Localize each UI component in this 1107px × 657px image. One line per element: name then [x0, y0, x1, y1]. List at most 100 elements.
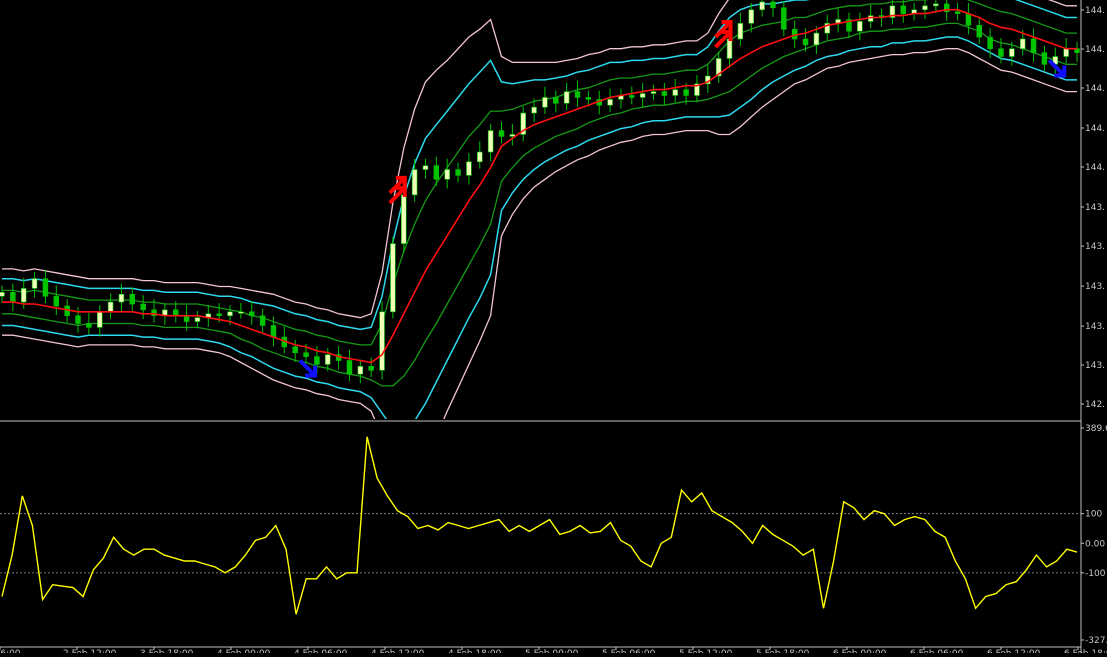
- time-tick-label: 6 Feb 18:00: [1064, 649, 1107, 653]
- candle-body: [509, 134, 516, 137]
- candle-body: [422, 165, 429, 170]
- candle-body: [813, 32, 820, 46]
- candle-body: [216, 313, 222, 317]
- candle-body: [965, 13, 972, 26]
- candle-body: [1019, 38, 1026, 50]
- candle-body: [259, 315, 266, 326]
- price-tick-label: 143.: [1085, 322, 1105, 332]
- price-tick-label: 144.: [1085, 124, 1105, 134]
- candle-body: [531, 106, 537, 114]
- candle-body: [444, 169, 450, 180]
- oscillator-tick-label: 100: [1085, 510, 1102, 520]
- price-tick-label: 144.: [1085, 84, 1105, 94]
- candle-body: [31, 278, 38, 289]
- candle-body: [75, 315, 81, 324]
- candle-body: [292, 346, 298, 354]
- candle-body: [726, 38, 733, 59]
- candle-body: [314, 356, 320, 365]
- time-tick-label: 4 Feb 06:00: [294, 649, 348, 653]
- price-tick-label: 144.: [1085, 45, 1105, 55]
- candle-body: [10, 292, 16, 303]
- candle-body: [129, 293, 136, 305]
- candle-body: [401, 194, 407, 244]
- candle-body: [140, 303, 146, 311]
- candle-body: [173, 309, 179, 317]
- candle-body: [748, 9, 754, 24]
- candle-body: [585, 97, 592, 100]
- candle-body: [781, 7, 787, 30]
- candle-body: [357, 366, 364, 375]
- candle-body: [998, 48, 1004, 57]
- time-tick-label: 3 Feb 18:00: [140, 649, 194, 653]
- candle-body: [194, 317, 201, 322]
- candle-body: [477, 151, 483, 163]
- time-tick-label: 5 Feb 06:00: [602, 649, 656, 653]
- price-tick-label: 144.: [1085, 163, 1105, 173]
- candle-body: [987, 36, 993, 50]
- candle-body: [737, 23, 744, 40]
- time-tick-label: 1 06:00: [0, 649, 21, 653]
- candle-body: [498, 130, 505, 137]
- price-tick-label: 144.: [1085, 6, 1105, 16]
- candle-body: [107, 301, 114, 313]
- price-tick-label: 143.: [1085, 203, 1105, 213]
- candle-body: [639, 93, 646, 98]
- candle-body: [487, 130, 494, 153]
- candle-body: [466, 161, 472, 176]
- time-tick-label: 5 Feb 18:00: [756, 649, 810, 653]
- candle-body: [53, 295, 60, 307]
- candle-body: [607, 99, 613, 106]
- time-tick-label: 5 Feb 00:00: [525, 649, 579, 653]
- time-tick-label: 2 Feb 12:00: [63, 649, 117, 653]
- candle-body: [553, 97, 559, 104]
- candle-body: [379, 311, 385, 371]
- candle-body: [390, 243, 396, 313]
- candle-body: [20, 288, 27, 303]
- candle-body: [346, 360, 353, 375]
- candle-body: [1041, 52, 1048, 65]
- price-tick-label: 143.: [1085, 282, 1105, 292]
- candle-body: [227, 311, 233, 317]
- time-tick-label: 5 Feb 12:00: [679, 649, 733, 653]
- time-tick-label: 4 Feb 18:00: [448, 649, 502, 653]
- candle-body: [542, 97, 548, 108]
- candle-body: [900, 5, 906, 14]
- candle-body: [1009, 48, 1015, 57]
- time-tick-label: 6 Feb 06:00: [910, 649, 964, 653]
- candle-body: [1063, 48, 1069, 57]
- candle-body: [650, 91, 657, 94]
- candle-body: [563, 91, 570, 104]
- candle-body: [303, 352, 309, 357]
- candle-body: [0, 292, 5, 297]
- candle-body: [629, 95, 635, 98]
- candle-body: [922, 5, 928, 11]
- candle-body: [1030, 38, 1037, 53]
- time-tick-label: 6 Feb 00:00: [833, 649, 887, 653]
- candle-body: [96, 311, 103, 328]
- time-tick-label: 4 Feb 12:00: [371, 649, 425, 653]
- candle-body: [574, 91, 581, 98]
- chart-window: 144. 144. 144. 144. 144. 143. 143. 143. 143. 143.…: [0, 0, 1107, 657]
- candle-body: [770, 1, 776, 9]
- candle-body: [857, 21, 863, 32]
- candle-body: [411, 169, 418, 196]
- candle-body: [249, 311, 255, 317]
- oscillator-tick-label: -100: [1085, 569, 1106, 579]
- candle-body: [954, 11, 961, 14]
- candle-body: [683, 89, 689, 96]
- candle-body: [368, 366, 374, 371]
- candle-body: [183, 315, 190, 322]
- price-tick-label: 143.: [1085, 361, 1105, 371]
- time-tick-label: 6 Feb 12:00: [987, 649, 1041, 653]
- candle-body: [86, 323, 92, 328]
- oscillator-tick-label: 0.00: [1085, 539, 1105, 549]
- candle-body: [433, 165, 440, 180]
- candle-body: [976, 25, 983, 38]
- candle-body: [325, 354, 331, 365]
- price-tick-label: 142.: [1085, 400, 1105, 410]
- chart-canvas: 144. 144. 144. 144. 144. 143. 143. 143. 143. 143.…: [0, 0, 1107, 657]
- candle-body: [455, 169, 461, 176]
- oscillator-tick-label: 389.6: [1085, 424, 1107, 434]
- candle-body: [759, 1, 765, 11]
- oscillator-tick-label: -327.: [1085, 636, 1107, 646]
